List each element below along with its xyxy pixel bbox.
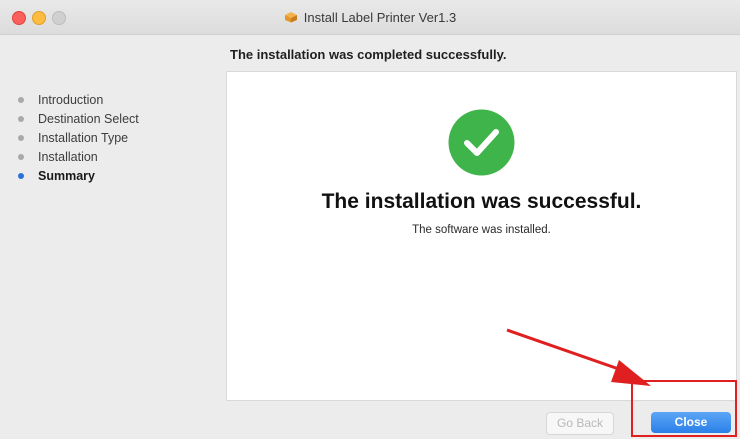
step-bullet-icon	[18, 172, 24, 179]
step-label: Installation Type	[38, 130, 129, 145]
success-title: The installation was successful.	[321, 190, 642, 213]
step-bullet-icon	[18, 115, 24, 122]
step-bullet-icon	[18, 134, 24, 141]
step-installation-type: Installation Type	[18, 128, 218, 147]
success-subtitle: The software was installed.	[412, 224, 551, 236]
installer-steps: Introduction Destination Select Installa…	[18, 90, 218, 185]
go-back-button[interactable]: Go Back	[546, 412, 614, 435]
window-title-wrap: Install Label Printer Ver1.3	[0, 0, 740, 34]
content-panel: The installation was successful. The sof…	[226, 71, 737, 401]
step-label: Introduction	[38, 92, 104, 107]
step-label: Summary	[38, 168, 95, 183]
step-installation: Installation	[18, 147, 218, 166]
package-icon	[284, 12, 297, 23]
step-label: Destination Select	[38, 111, 139, 126]
checkmark-icon	[448, 109, 515, 176]
step-bullet-icon	[18, 153, 24, 160]
step-bullet-icon	[18, 96, 24, 103]
step-introduction: Introduction	[18, 90, 218, 109]
step-destination-select: Destination Select	[18, 109, 218, 128]
page-heading: The installation was completed successfu…	[230, 47, 507, 62]
title-bar: Install Label Printer Ver1.3	[0, 0, 740, 35]
window-title: Install Label Printer Ver1.3	[303, 9, 457, 25]
highlight-box	[631, 380, 737, 437]
step-summary: Summary	[18, 166, 218, 185]
step-label: Installation	[38, 149, 98, 164]
